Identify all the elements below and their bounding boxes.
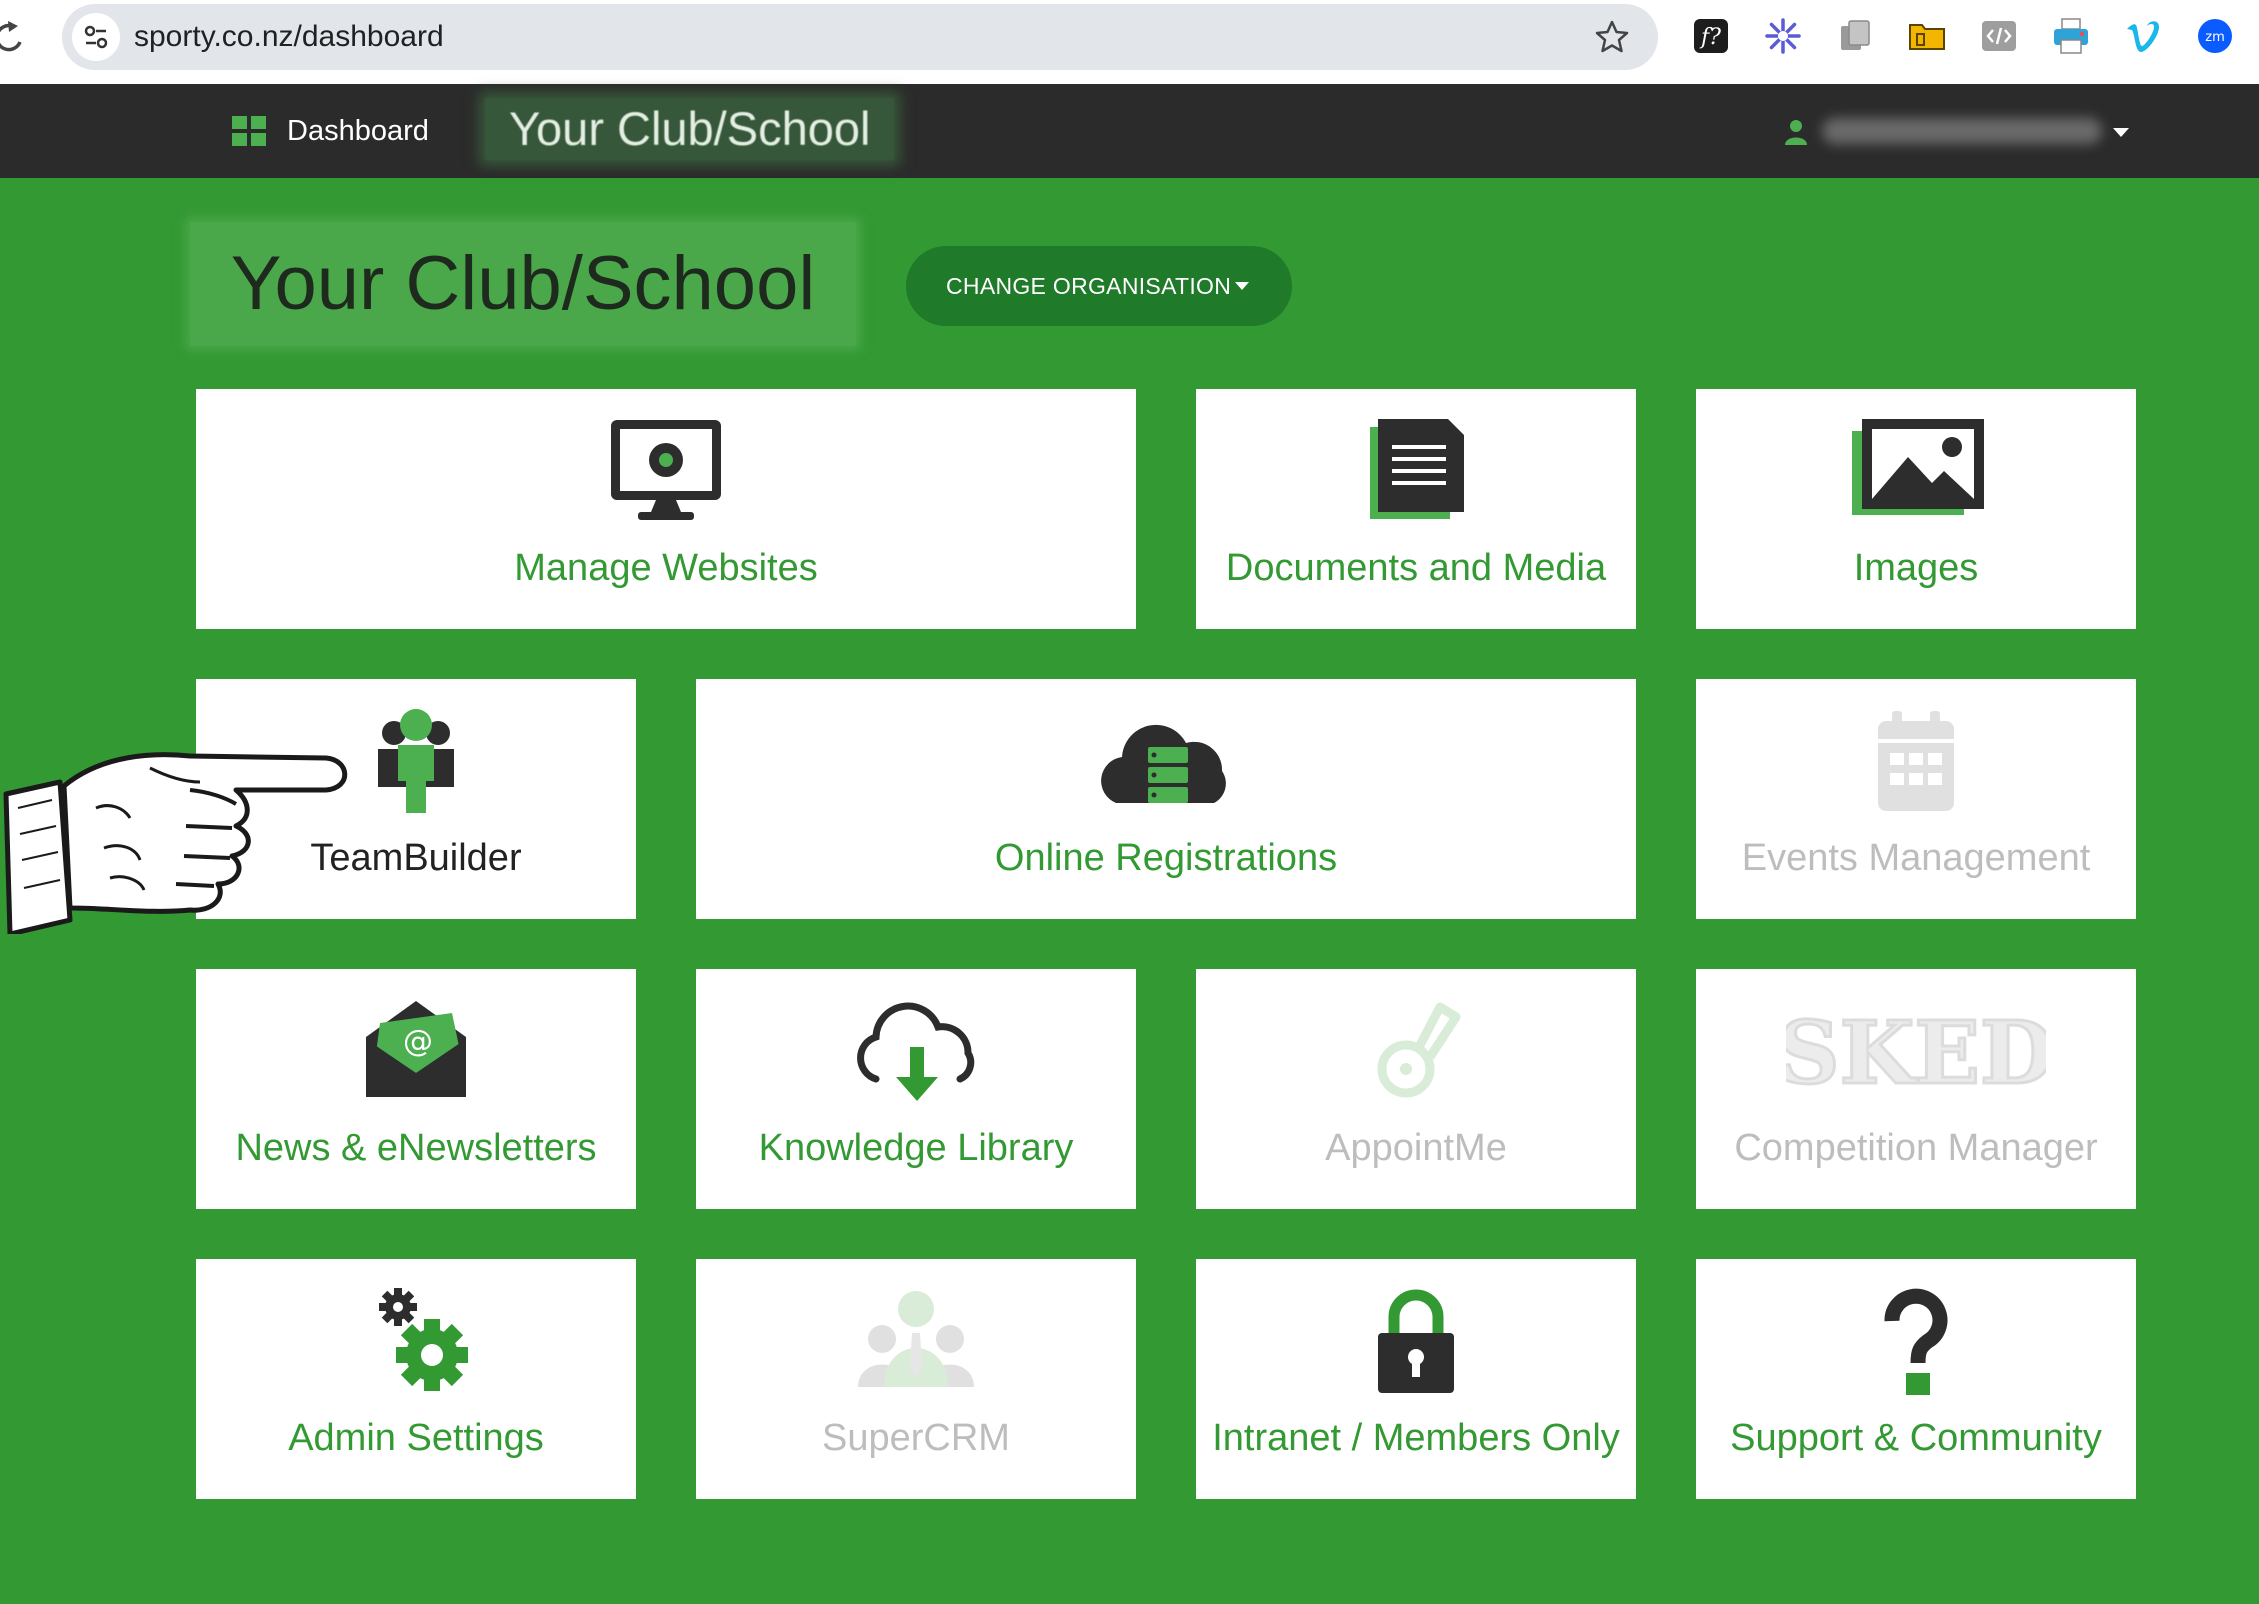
- tile-online-registrations[interactable]: Online Registrations: [696, 679, 1636, 919]
- tile-support-community[interactable]: Support & Community: [1696, 1259, 2136, 1499]
- browser-toolbar: sporty.co.nz/dashboard f? zm: [0, 0, 2259, 84]
- cloud-server-icon: [1086, 707, 1246, 817]
- gears-icon: [336, 1287, 496, 1397]
- svg-text:SKED: SKED: [1786, 1003, 2046, 1104]
- tile-manage-websites[interactable]: Manage Websites: [196, 389, 1136, 629]
- tile-admin-settings[interactable]: Admin Settings: [196, 1259, 636, 1499]
- monitor-icon: [586, 417, 746, 527]
- tile-documents-and-media[interactable]: Documents and Media: [1196, 389, 1636, 629]
- nav-dashboard-link[interactable]: Dashboard: [287, 84, 429, 178]
- tile-appointme[interactable]: AppointMe: [1196, 969, 1636, 1209]
- dashboard-grid-icon[interactable]: [232, 116, 266, 146]
- tile-label: Admin Settings: [288, 1417, 544, 1459]
- tile-label: Knowledge Library: [758, 1127, 1074, 1169]
- image-icon: [1836, 417, 1996, 527]
- tile-label: Manage Websites: [514, 547, 818, 589]
- bookmark-star-icon[interactable]: [1594, 19, 1630, 55]
- printer-icon[interactable]: [2051, 16, 2091, 56]
- tile-label: Support & Community: [1730, 1417, 2102, 1459]
- tile-label: Competition Manager: [1734, 1127, 2098, 1169]
- tile-supercrm[interactable]: SuperCRM: [696, 1259, 1136, 1499]
- tile-news-enewsletters[interactable]: @ News & eNewsletters: [196, 969, 636, 1209]
- svg-text:@: @: [403, 1024, 433, 1059]
- reload-icon[interactable]: [0, 18, 24, 58]
- question-icon: [1836, 1287, 1996, 1397]
- tile-competition-manager[interactable]: SKED Competition Manager: [1696, 969, 2136, 1209]
- lock-icon: [1336, 1287, 1496, 1397]
- user-icon[interactable]: [1785, 119, 1807, 145]
- tile-label: AppointMe: [1325, 1127, 1507, 1169]
- pointing-hand-icon: [0, 738, 352, 937]
- asterisk-icon[interactable]: [1763, 16, 1803, 56]
- top-navbar: Dashboard Your Club/School: [0, 84, 2259, 178]
- formula-icon[interactable]: f?: [1691, 16, 1731, 56]
- zoom-icon[interactable]: zm: [2195, 16, 2235, 56]
- tile-label: Intranet / Members Only: [1212, 1417, 1620, 1459]
- sked-logo-icon: SKED: [1786, 997, 2046, 1107]
- change-organisation-button[interactable]: CHANGE ORGANISATION: [906, 246, 1292, 326]
- cloud-download-icon: [836, 997, 996, 1107]
- tile-intranet-members-only[interactable]: Intranet / Members Only: [1196, 1259, 1636, 1499]
- nav-club-name: Your Club/School: [485, 98, 895, 160]
- tile-label: News & eNewsletters: [235, 1127, 597, 1169]
- document-icon: [1336, 417, 1496, 527]
- tile-knowledge-library[interactable]: Knowledge Library: [696, 969, 1136, 1209]
- calendar-icon: [1836, 707, 1996, 817]
- people-icon: [836, 1287, 996, 1397]
- user-email-blurred[interactable]: [1822, 118, 2102, 144]
- tile-label: SuperCRM: [822, 1417, 1010, 1459]
- tile-label: Images: [1853, 547, 1979, 589]
- code-icon[interactable]: [1979, 16, 2019, 56]
- address-bar[interactable]: sporty.co.nz/dashboard: [62, 4, 1658, 70]
- copy-icon[interactable]: [1835, 16, 1875, 56]
- tile-images[interactable]: Images: [1696, 389, 2136, 629]
- site-info-icon[interactable]: [72, 13, 120, 61]
- change-organisation-label: CHANGE ORGANISATION: [946, 273, 1232, 299]
- svg-text:f?: f?: [1699, 25, 1721, 50]
- whistle-icon: [1336, 997, 1496, 1107]
- team-icon: [336, 707, 496, 817]
- vimeo-icon[interactable]: [2123, 16, 2163, 56]
- url-text[interactable]: sporty.co.nz/dashboard: [134, 4, 444, 70]
- user-menu-caret-icon[interactable]: [2113, 128, 2129, 137]
- tile-label: Events Management: [1741, 837, 2091, 879]
- svg-text:zm: zm: [2205, 30, 2225, 45]
- folder-icon[interactable]: [1907, 16, 1947, 56]
- chevron-down-icon: [1235, 282, 1249, 290]
- tile-label: Online Registrations: [994, 837, 1338, 879]
- organisation-title: Your Club/School: [190, 222, 856, 346]
- tile-events-management[interactable]: Events Management: [1696, 679, 2136, 919]
- tile-label: Documents and Media: [1225, 547, 1607, 589]
- email-icon: @: [336, 997, 496, 1107]
